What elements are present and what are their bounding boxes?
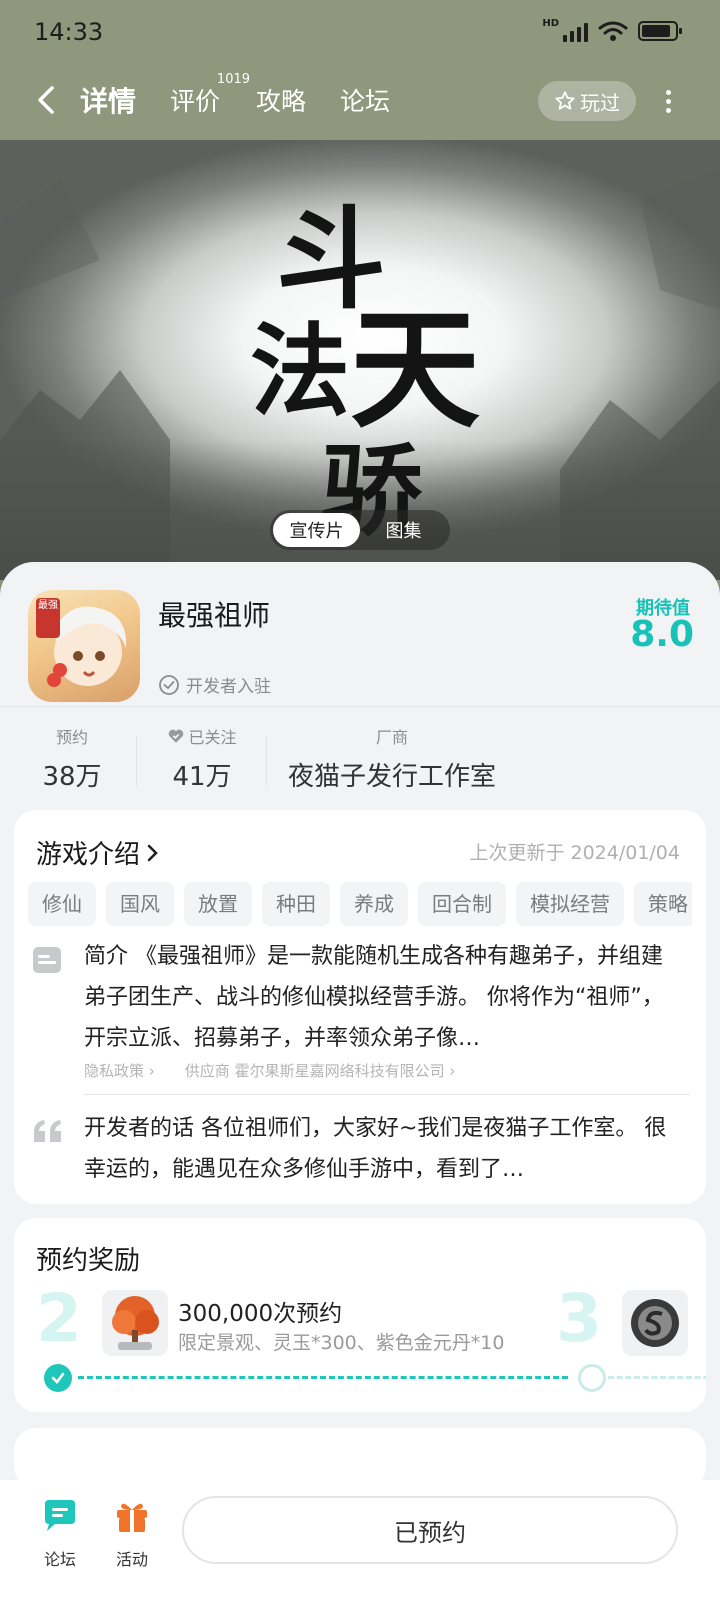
milestone-number: 2 [36, 1280, 82, 1357]
tag-item[interactable]: 放置 [184, 882, 252, 926]
tab-reviews[interactable]: 评价 1019 [170, 72, 250, 118]
trailer-option[interactable]: 宣传片 [273, 513, 360, 547]
reward-tree-image [102, 1290, 168, 1356]
tag-item[interactable]: 种田 [262, 882, 330, 926]
summary-doc-icon [33, 947, 61, 973]
battery-icon [638, 21, 682, 41]
forum-shortcut-label: 论坛 [43, 1550, 76, 1569]
app-icon-mark: 最强 [38, 600, 58, 611]
reserve-rewards-card: 预约奖励 2 300,000次预约 限定景观、灵玉*300、紫色金元丹*10 3 [14, 1218, 706, 1412]
back-arrow-icon[interactable] [30, 82, 66, 118]
divider [0, 706, 720, 707]
tab-guides[interactable]: 攻略 [256, 82, 306, 118]
status-bar: 14:33 HD [0, 0, 720, 66]
tab-details-label: 详情 [80, 85, 137, 118]
game-intro-card: 游戏介绍 上次更新于 2024/01/04 修仙 国风 放置 种田 养成 回合制 模拟经营策… [14, 810, 706, 1204]
network-type: HD [542, 17, 559, 29]
game-summary[interactable]: 简介 《最强祖师》是一款能随机生成各种有趣弟子，并组建弟子团生产、战斗的修仙模拟… [84, 936, 674, 1059]
supplier-label: 供应商 霍尔果斯星嘉网络科技有限公司 [184, 1062, 445, 1080]
reserved-button[interactable]: 已预约 [182, 1496, 678, 1564]
reserve-count: 38万 [42, 762, 102, 792]
developer-words[interactable]: 开发者的话 各位祖师们，大家好~我们是夜猫子工作室。 很幸运的，能遇见在众多修仙… [84, 1108, 674, 1190]
status-icons: HD [542, 17, 682, 42]
header: 14:33 HD 详情 评价 1019 攻略 论坛 玩过 [0, 0, 720, 150]
legal-links: 隐私政策 › 供应商 霍尔果斯星嘉网络科技有限公司 › [84, 1060, 455, 1081]
tag-item[interactable]: 养成 [340, 882, 408, 926]
milestone-reached-check-icon [44, 1364, 72, 1392]
milestone-pending-dot [578, 1364, 606, 1392]
rewards-title: 预约奖励 [36, 1246, 141, 1276]
detail-sheet: 最强 最强祖师 开发者入驻 期待值 8.0 预约 38万 已关注 41万 厂商 … [0, 562, 720, 1600]
follow-stat[interactable]: 已关注 41万 [158, 724, 246, 793]
vendor-label: 厂商 [375, 728, 408, 747]
follow-label-wrap: 已关注 [158, 724, 246, 748]
tag-item[interactable]: 模拟经营 [516, 882, 624, 926]
tag-item[interactable]: 修仙 [28, 882, 96, 926]
reserve-label: 预约 [55, 728, 88, 747]
privacy-policy-label: 隐私政策 [84, 1062, 145, 1080]
activity-shortcut[interactable]: 活动 [102, 1498, 162, 1570]
next-card-peek [14, 1428, 706, 1488]
vendor-stat[interactable]: 厂商 夜猫子发行工作室 [280, 724, 504, 793]
tag-list: 修仙 国风 放置 种田 养成 回合制 模拟经营 策略 [28, 882, 692, 928]
activity-shortcut-label: 活动 [115, 1550, 148, 1569]
chevron-right-icon [147, 844, 158, 861]
supplier-link[interactable]: 供应商 霍尔果斯星嘉网络科技有限公司 › [185, 1060, 456, 1081]
tag-item[interactable]: 回合制 [418, 882, 506, 926]
tag-item[interactable]: 国风 [106, 882, 174, 926]
heart-check-icon [169, 729, 184, 743]
wifi-icon [598, 21, 628, 41]
stat-separator [136, 736, 137, 786]
update-date: 上次更新于 2024/01/04 [469, 842, 680, 864]
milestone-title: 300,000次预约 [178, 1301, 343, 1327]
played-label: 玩过 [580, 90, 620, 115]
tab-guides-label: 攻略 [256, 87, 307, 116]
status-time: 14:33 [34, 18, 104, 46]
gift-icon [117, 1503, 147, 1532]
game-header: 最强 最强祖师 开发者入驻 期待值 8.0 [0, 562, 720, 722]
divider [84, 1094, 690, 1095]
vendor-name: 夜猫子发行工作室 [287, 762, 496, 792]
next-milestone-number: 3 [556, 1280, 602, 1357]
milestone-rewards: 限定景观、灵玉*300、紫色金元丹*10 [178, 1332, 505, 1354]
developer-tag[interactable]: 开发者入驻 [158, 672, 271, 697]
forum-shortcut[interactable]: 论坛 [30, 1498, 90, 1570]
follow-label: 已关注 [188, 728, 237, 747]
signal-icon [563, 20, 588, 42]
star-icon [555, 91, 575, 110]
tab-forum[interactable]: 论坛 [340, 82, 390, 118]
game-app-icon: 最强 [28, 590, 140, 702]
played-button[interactable]: 玩过 [538, 81, 636, 121]
reward-badge-image [622, 1290, 688, 1356]
tab-reviews-label: 评价 [170, 87, 221, 116]
bottom-action-bar: 论坛 活动 已预约 [0, 1480, 720, 1600]
forum-chat-icon [45, 1500, 75, 1531]
more-options-icon[interactable] [658, 84, 678, 118]
intro-title[interactable]: 游戏介绍 [36, 834, 162, 871]
intro-title-label: 游戏介绍 [36, 840, 141, 870]
follow-count: 41万 [172, 762, 232, 792]
verified-check-icon [159, 674, 179, 695]
progress-track-done [78, 1376, 568, 1379]
developer-tag-label: 开发者入驻 [186, 677, 271, 697]
tag-item[interactable]: 策略 [634, 882, 692, 926]
privacy-policy-link[interactable]: 隐私政策 › [84, 1060, 155, 1081]
tab-details[interactable]: 详情 [80, 80, 137, 120]
quote-icon [34, 1120, 61, 1142]
stat-separator [266, 736, 267, 786]
review-count-badge: 1019 [216, 72, 251, 87]
reserve-stat: 预约 38万 [30, 724, 114, 793]
tab-forum-label: 论坛 [340, 87, 391, 116]
expectation-score: 8.0 [630, 614, 694, 655]
game-title: 最强祖师 [158, 599, 271, 632]
nav-bar: 详情 评价 1019 攻略 论坛 玩过 [0, 70, 720, 132]
media-toggle: 宣传片 图集 [270, 510, 450, 550]
progress-track-pending [608, 1376, 706, 1379]
gallery-option[interactable]: 图集 [360, 513, 447, 547]
stats-row: 预约 38万 已关注 41万 厂商 夜猫子发行工作室 [0, 724, 720, 794]
